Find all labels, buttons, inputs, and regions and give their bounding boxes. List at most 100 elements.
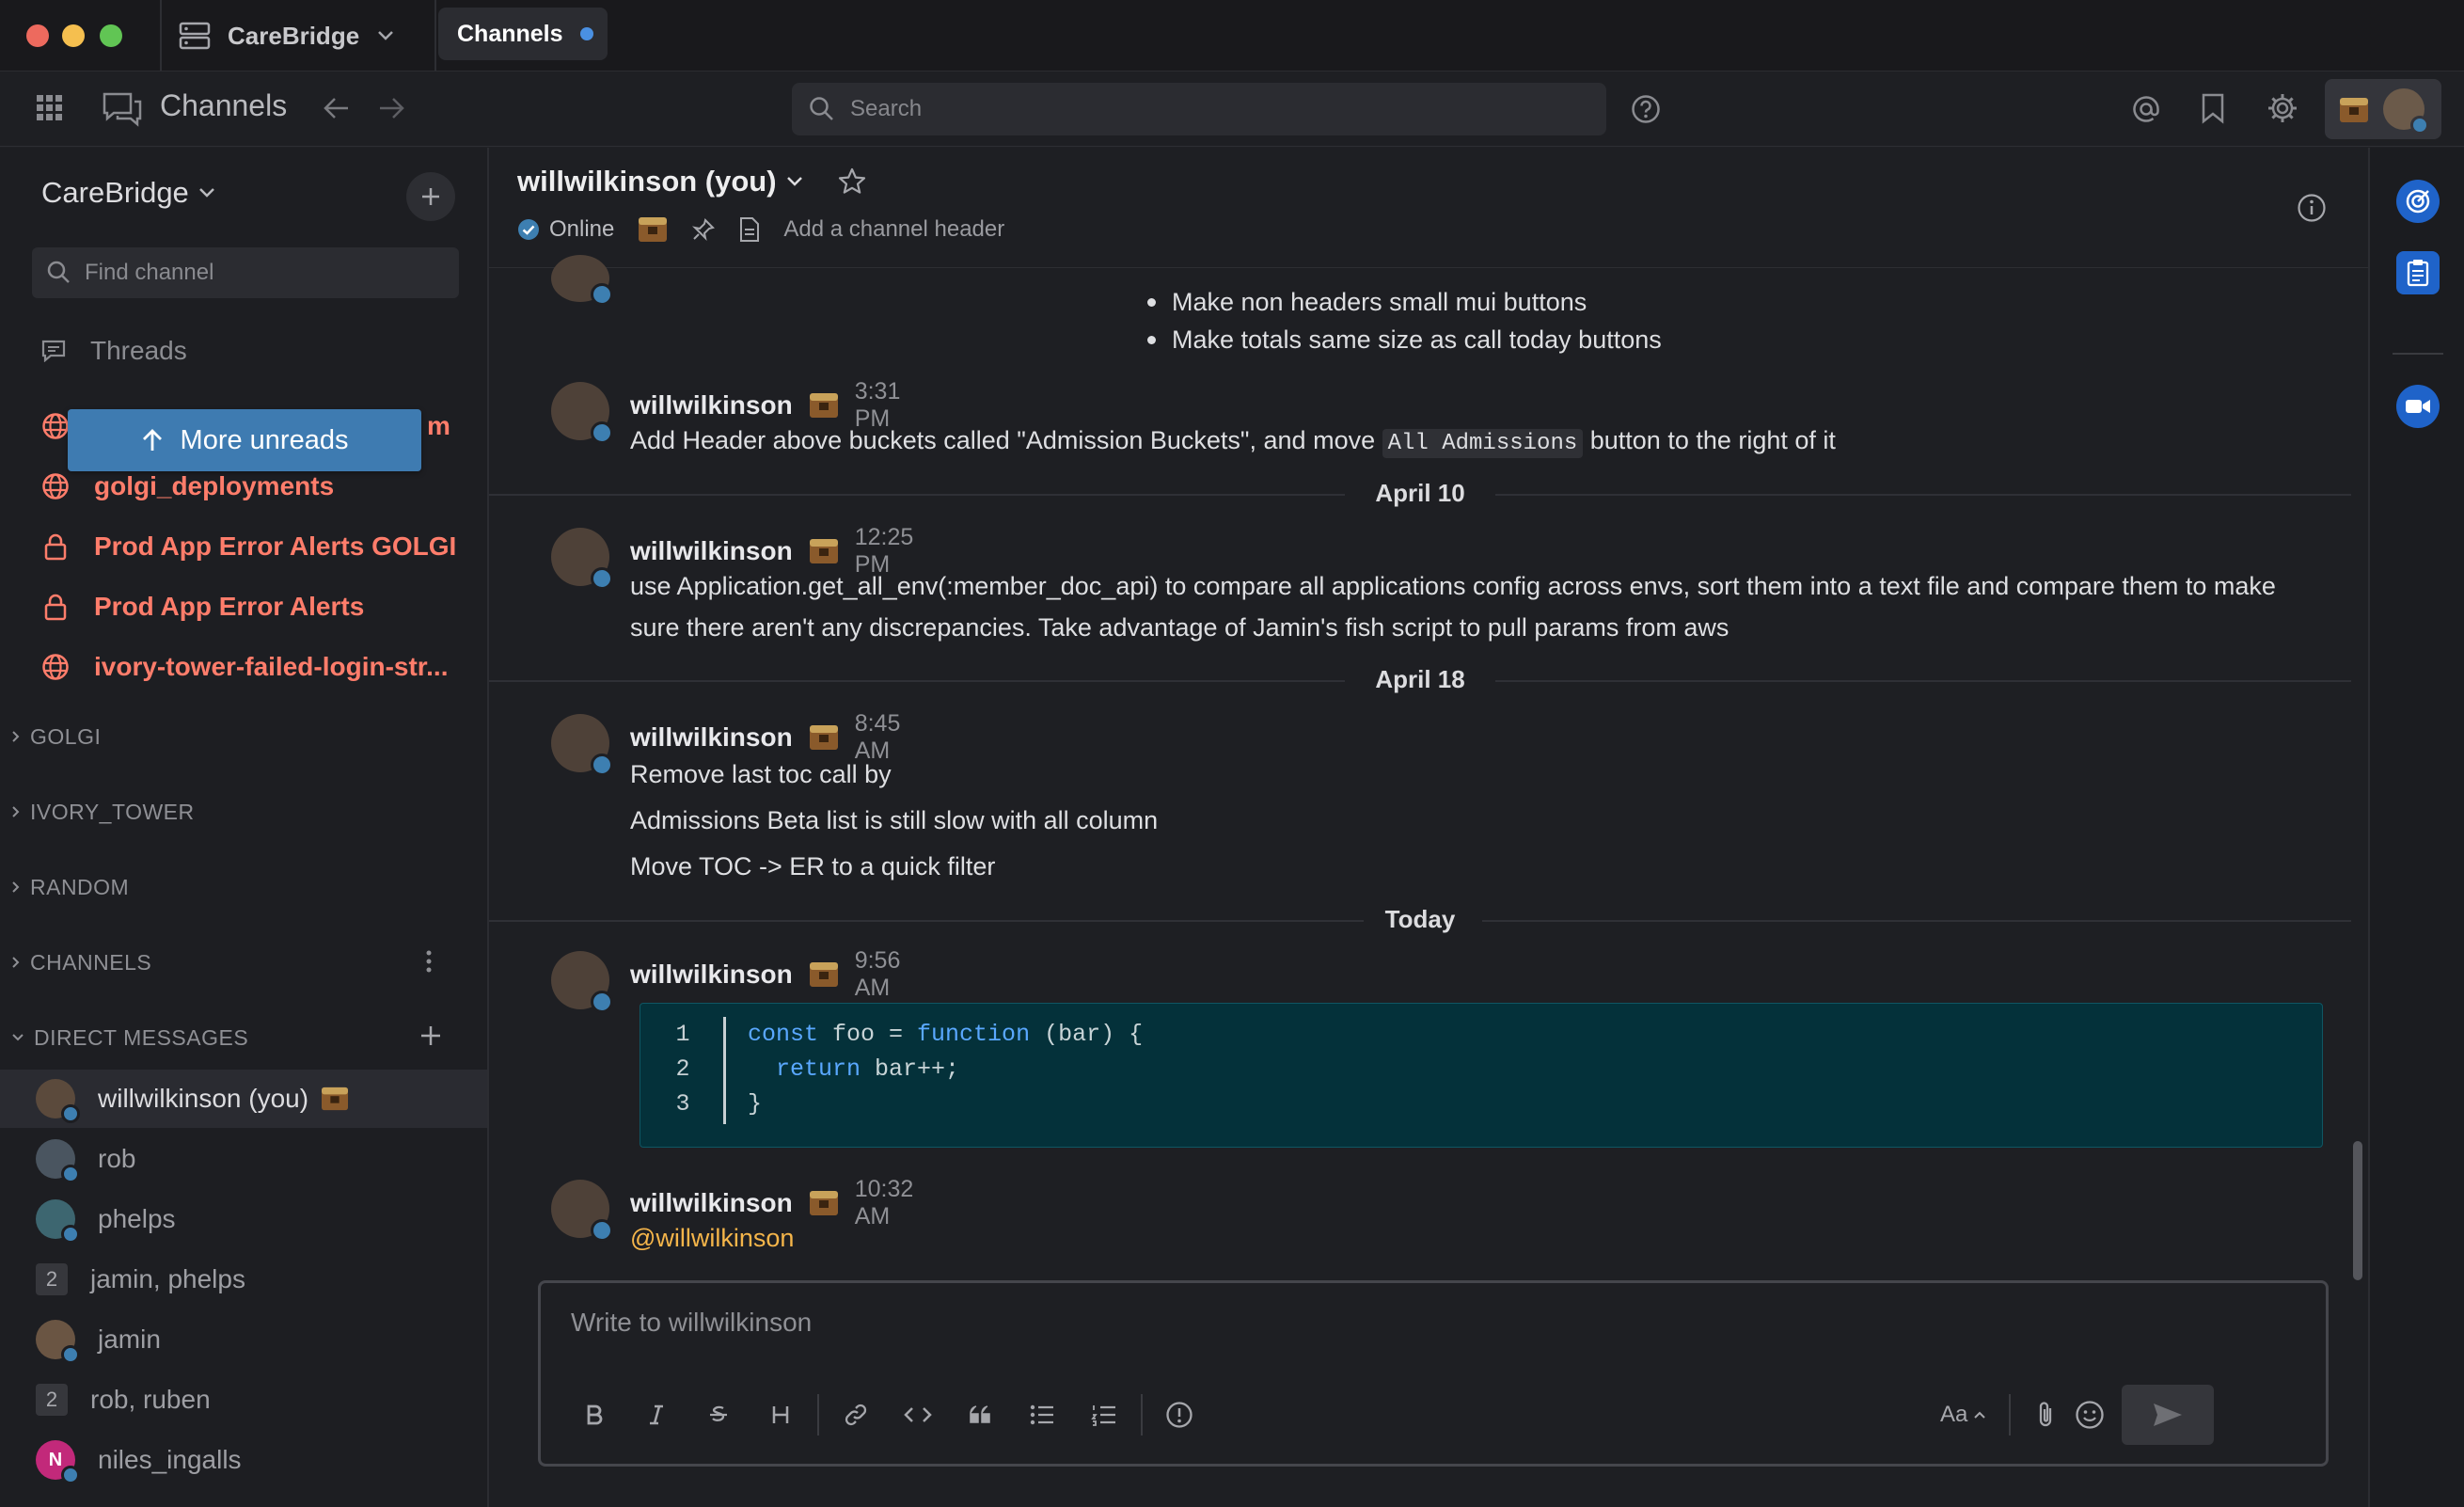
- code-button[interactable]: [887, 1388, 949, 1441]
- find-channel-button[interactable]: Find channel: [32, 247, 459, 298]
- category-label: CHANNELS: [30, 949, 152, 975]
- playbooks-app-icon[interactable]: [2396, 180, 2440, 223]
- category-direct-messages[interactable]: DIRECT MESSAGES: [11, 1021, 248, 1055]
- category-ivory-tower[interactable]: IVORY_TOWER: [11, 795, 195, 829]
- category-label: IVORY_TOWER: [30, 799, 195, 824]
- message-author[interactable]: willwilkinson: [630, 722, 793, 753]
- channel-name-menu[interactable]: willwilkinson (you): [517, 165, 867, 198]
- message-author[interactable]: willwilkinson: [630, 960, 793, 990]
- message-author[interactable]: willwilkinson: [630, 1188, 793, 1218]
- code-line: return bar++;: [776, 1055, 960, 1083]
- toolbar-divider: [1141, 1394, 1143, 1436]
- pinned-messages-icon[interactable]: [691, 217, 716, 242]
- favorite-star-icon[interactable]: [837, 167, 867, 197]
- boards-app-icon[interactable]: [2396, 251, 2440, 294]
- search-input[interactable]: [848, 95, 1563, 123]
- more-unreads-button[interactable]: More unreads: [68, 409, 421, 471]
- team-menu[interactable]: CareBridge: [41, 176, 215, 210]
- avatar: [551, 951, 613, 1013]
- heading-button[interactable]: [750, 1388, 812, 1441]
- server-switcher[interactable]: CareBridge: [179, 15, 395, 56]
- message-author[interactable]: willwilkinson: [630, 390, 793, 420]
- status-emoji-icon: [808, 960, 840, 989]
- group-member-count: 2: [36, 1263, 68, 1295]
- dm-item-willwilkinson[interactable]: willwilkinson (you): [0, 1070, 487, 1128]
- user-account-menu[interactable]: [2325, 79, 2441, 139]
- message-input[interactable]: [569, 1306, 2262, 1353]
- dm-item-rob-ruben[interactable]: 2 rob, ruben: [0, 1371, 487, 1429]
- sidebar-item-ivory-tower-failed-login[interactable]: ivory-tower-failed-login-str...: [41, 646, 448, 688]
- sidebar-item-threads[interactable]: Threads: [41, 336, 187, 366]
- bulleted-list-button[interactable]: [1011, 1388, 1073, 1441]
- numbered-list-button[interactable]: [1073, 1388, 1135, 1441]
- dm-item-phelps[interactable]: phelps: [0, 1190, 487, 1248]
- avatar: [551, 714, 613, 776]
- app-title: Channels: [160, 88, 288, 122]
- add-direct-message-icon[interactable]: [419, 1024, 442, 1047]
- list-item: Make totals same size as call today butt…: [1147, 321, 1662, 358]
- chevron-right-icon: [11, 956, 21, 969]
- avatar: [36, 1320, 80, 1364]
- dm-item-rob[interactable]: rob: [0, 1130, 487, 1188]
- link-button[interactable]: [825, 1388, 887, 1441]
- dm-item-jamin[interactable]: jamin: [0, 1310, 487, 1369]
- italic-button[interactable]: [625, 1388, 687, 1441]
- forward-arrow-icon[interactable]: [378, 96, 404, 120]
- dm-item-niles-ingalls[interactable]: N niles_ingalls: [0, 1431, 487, 1489]
- date-separator: Today: [489, 901, 2351, 939]
- find-channel-placeholder: Find channel: [85, 260, 214, 285]
- close-window-button[interactable]: [26, 24, 49, 47]
- formatting-toggle[interactable]: Aa: [1940, 1402, 1986, 1428]
- dm-label: niles_ingalls: [98, 1445, 242, 1474]
- mention-link[interactable]: @willwilkinson: [630, 1217, 2323, 1259]
- tab-channels[interactable]: Channels: [438, 8, 608, 60]
- priority-button[interactable]: [1148, 1388, 1210, 1441]
- formatting-toolbar: [563, 1388, 1210, 1441]
- add-channel-header-link[interactable]: Add a channel header: [783, 216, 1004, 243]
- dm-item-jamin-phelps[interactable]: 2 jamin, phelps: [0, 1250, 487, 1309]
- product-menu-icon[interactable]: [36, 94, 64, 122]
- chevron-down-icon: [11, 1033, 24, 1042]
- maximize-window-button[interactable]: [100, 24, 122, 47]
- sidebar-item-prod-app-error-alerts[interactable]: Prod App Error Alerts: [41, 586, 364, 627]
- emoji-picker-icon[interactable]: [2075, 1400, 2105, 1430]
- channel-files-icon[interactable]: [738, 216, 761, 243]
- code-gutter: [723, 1017, 726, 1124]
- help-icon[interactable]: [1631, 94, 1661, 124]
- search-box[interactable]: [792, 83, 1606, 135]
- dm-label: phelps: [98, 1204, 176, 1233]
- attachment-icon[interactable]: [2033, 1400, 2058, 1430]
- settings-gear-icon[interactable]: [2267, 92, 2298, 124]
- category-golgi[interactable]: GOLGI: [11, 720, 101, 754]
- message-author[interactable]: willwilkinson: [630, 536, 793, 566]
- category-channels[interactable]: CHANNELS: [11, 945, 151, 979]
- line-number: 3: [675, 1090, 690, 1118]
- add-channel-button[interactable]: [406, 172, 455, 221]
- date-separator: April 10: [489, 475, 2351, 513]
- sidebar-item-prod-app-error-alerts-golgi[interactable]: Prod App Error Alerts GOLGI: [41, 526, 456, 567]
- message-list-scrollbar[interactable]: [2353, 1141, 2362, 1280]
- bold-button[interactable]: [563, 1388, 625, 1441]
- mentions-icon[interactable]: [2131, 94, 2161, 124]
- message-body: Add Header above buckets called "Admissi…: [630, 420, 2323, 465]
- quote-button[interactable]: [949, 1388, 1011, 1441]
- code-block[interactable]: 1 2 3 const foo = function (bar) { retur…: [640, 1003, 2323, 1148]
- online-status: Online: [517, 216, 614, 243]
- arrow-up-icon: [141, 428, 164, 452]
- video-call-app-icon[interactable]: [2396, 385, 2440, 428]
- chevron-down-icon: [786, 176, 803, 187]
- avatar-initial: N: [48, 1449, 63, 1470]
- sidebar-item-golgi-deployments[interactable]: golgi_deployments: [41, 466, 334, 507]
- channel-info-icon[interactable]: [2297, 193, 2327, 223]
- plus-icon: [419, 185, 442, 208]
- category-random[interactable]: RANDOM: [11, 870, 129, 904]
- send-icon: [2152, 1401, 2184, 1429]
- saved-messages-icon[interactable]: [2201, 92, 2225, 124]
- strikethrough-button[interactable]: [687, 1388, 750, 1441]
- send-button[interactable]: [2122, 1385, 2215, 1445]
- minimize-window-button[interactable]: [62, 24, 85, 47]
- category-options-icon[interactable]: [425, 949, 433, 974]
- team-name: CareBridge: [41, 176, 189, 209]
- back-arrow-icon[interactable]: [324, 96, 350, 120]
- message-time[interactable]: 9:56 AM: [855, 947, 901, 1002]
